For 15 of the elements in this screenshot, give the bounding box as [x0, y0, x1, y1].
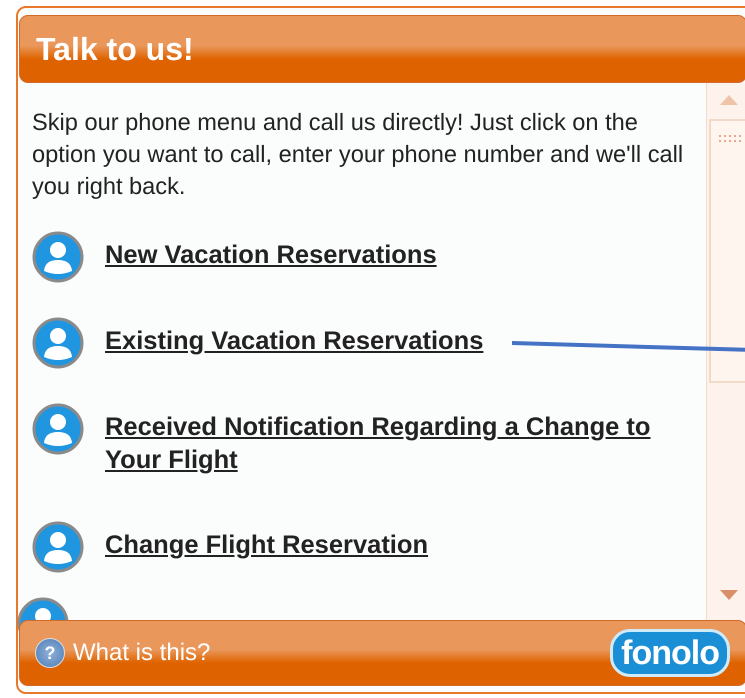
call-option-link[interactable]: New Vacation Reservations [105, 239, 437, 272]
call-option-link[interactable]: Existing Vacation Reservations [105, 325, 484, 358]
scroll-down-icon[interactable] [720, 590, 738, 600]
person-icon [32, 521, 84, 573]
person-icon [32, 403, 84, 455]
grip-icon[interactable] [719, 135, 741, 143]
call-option-link[interactable]: Change Flight Reservation [105, 529, 428, 562]
fonolo-logo: fonolo [610, 629, 730, 677]
person-icon [32, 317, 84, 369]
scrollbar[interactable] [706, 83, 745, 620]
call-option-link[interactable]: Received Notification Regarding a Change to Your Flight [105, 411, 665, 477]
widget-title: Talk to us! [36, 30, 194, 68]
person-icon [32, 231, 84, 283]
intro-text: Skip our phone menu and call us directly! Just click on the option you want to call, enter your phone number and we'll call you right back. [32, 109, 684, 202]
scroll-up-icon[interactable] [720, 95, 738, 105]
